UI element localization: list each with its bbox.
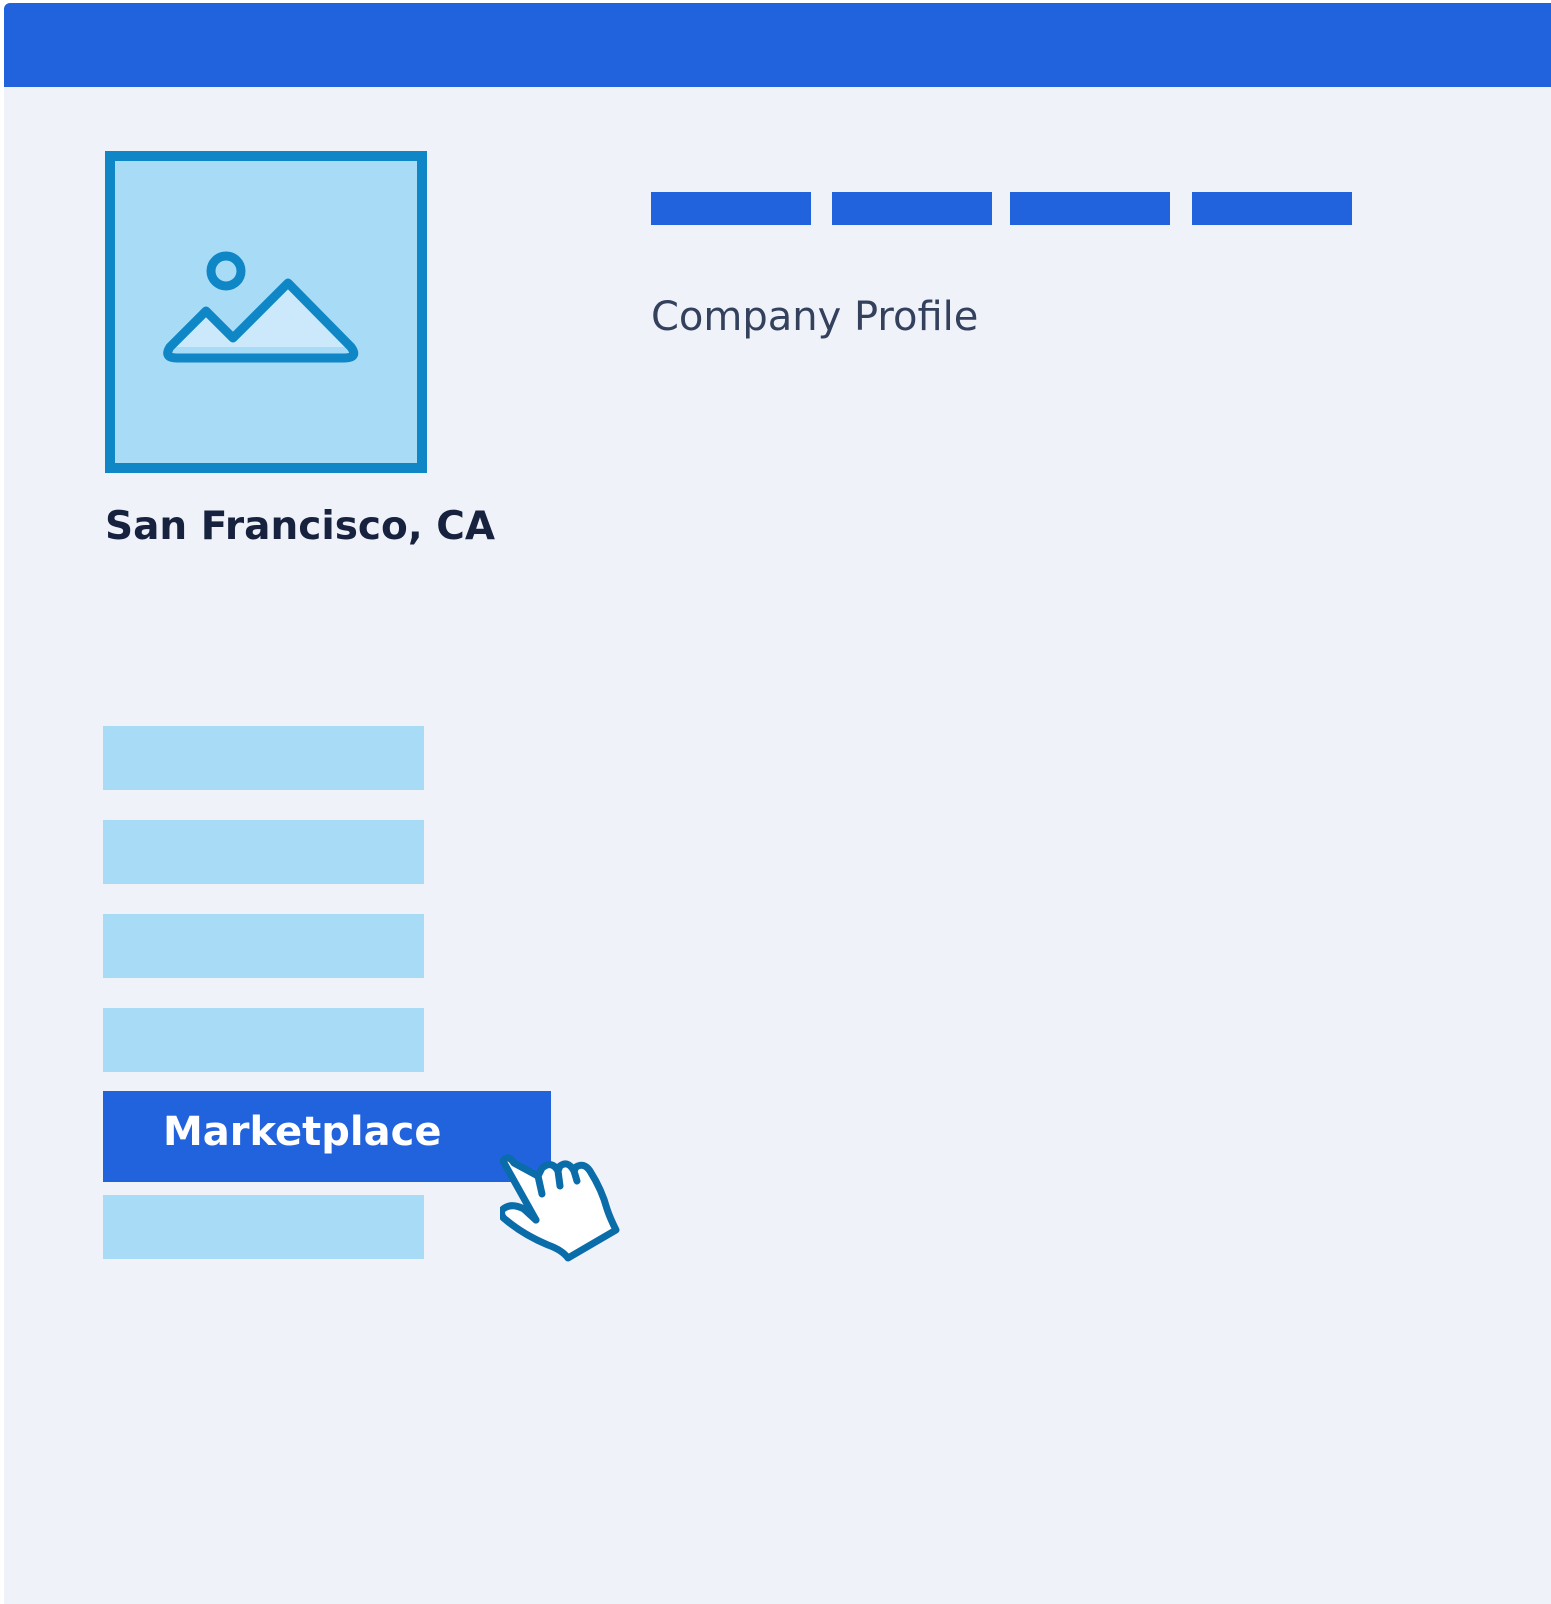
sidebar-item-1[interactable]: [103, 726, 424, 790]
top-nav-tabs: [651, 192, 1353, 225]
company-location: San Francisco, CA: [105, 504, 496, 549]
page-title: Company Profile: [651, 294, 979, 340]
sidebar-item-3[interactable]: [103, 914, 424, 978]
pointer-hand-icon: [500, 1154, 620, 1262]
app-window: San Francisco, CA Company Profile Market…: [4, 3, 1551, 1604]
sidebar-item-4[interactable]: [103, 1008, 424, 1072]
image-icon: [163, 251, 359, 363]
company-logo-placeholder: [105, 151, 427, 473]
nav-tab-2[interactable]: [832, 192, 992, 225]
sidebar-item-marketplace[interactable]: Marketplace: [103, 1091, 551, 1182]
top-header-bar: [4, 3, 1551, 87]
nav-tab-3[interactable]: [1010, 192, 1170, 225]
sidebar-item-2[interactable]: [103, 820, 424, 884]
sidebar-item-label: Marketplace: [163, 1109, 442, 1155]
sidebar-item-6[interactable]: [103, 1195, 424, 1259]
nav-tab-4[interactable]: [1192, 192, 1352, 225]
nav-tab-1[interactable]: [651, 192, 811, 225]
